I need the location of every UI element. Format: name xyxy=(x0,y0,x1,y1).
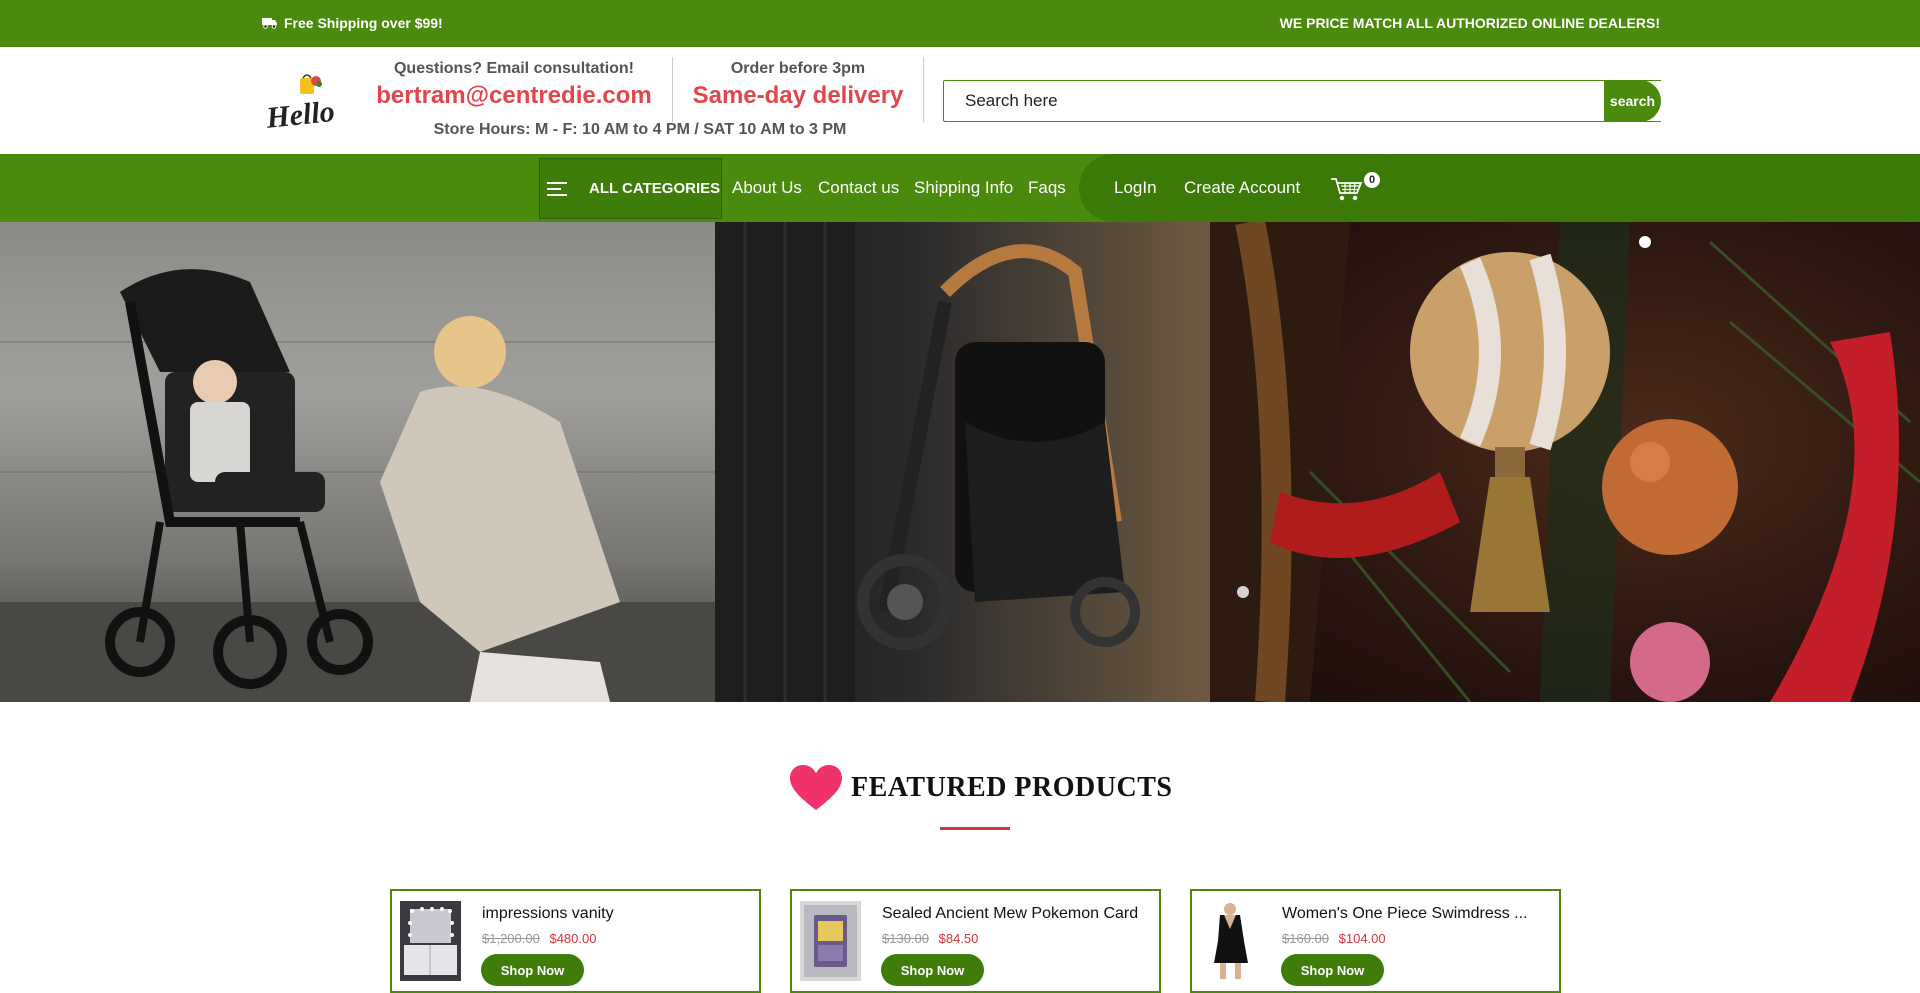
menu-icon xyxy=(547,181,567,197)
shop-now-button[interactable]: Shop Now xyxy=(881,954,984,986)
header-divider xyxy=(923,57,924,122)
sale-price: $84.50 xyxy=(938,931,979,946)
login-link[interactable]: LogIn xyxy=(1114,178,1157,198)
product-card[interactable]: Women's One Piece Swimdress ... $160.00 … xyxy=(1190,889,1561,993)
sale-price: $104.00 xyxy=(1338,931,1386,946)
create-account-link[interactable]: Create Account xyxy=(1184,178,1300,198)
same-day-delivery: Same-day delivery xyxy=(692,82,904,109)
product-prices: $130.00 $84.50 xyxy=(882,931,978,946)
contact-email-link[interactable]: bertram@centredie.com xyxy=(370,82,658,110)
hero-image-christmas-ornaments xyxy=(1210,222,1920,702)
nav-link-about-us[interactable]: About Us xyxy=(732,178,802,198)
header-divider xyxy=(672,57,673,122)
main-nav: ALL CATEGORIES About Us Contact us Shipp… xyxy=(0,154,1920,222)
free-shipping-notice: Free Shipping over $99! xyxy=(262,15,443,31)
title-underline xyxy=(940,827,1010,830)
old-price: $160.00 xyxy=(1282,931,1329,946)
site-header: Hello Questions? Email consultation! ber… xyxy=(0,47,1920,154)
product-prices: $160.00 $104.00 xyxy=(1282,931,1386,946)
nav-link-faqs[interactable]: Faqs xyxy=(1028,178,1066,198)
product-name[interactable]: Sealed Ancient Mew Pokemon Card xyxy=(882,905,1150,923)
product-image-pokemon-card[interactable] xyxy=(800,901,861,981)
product-card[interactable]: impressions vanity $1,200.00 $480.00 Sho… xyxy=(390,889,761,993)
product-name[interactable]: impressions vanity xyxy=(482,905,750,923)
product-image-vanity[interactable] xyxy=(400,901,461,981)
site-logo[interactable]: Hello xyxy=(264,72,350,135)
email-consultation: Questions? Email consultation! bertram@c… xyxy=(370,60,658,110)
all-categories-label: ALL CATEGORIES xyxy=(589,180,721,197)
cart-icon[interactable] xyxy=(1330,176,1364,202)
delivery-info: Order before 3pm Same-day delivery xyxy=(678,60,918,110)
truck-icon xyxy=(262,17,278,29)
product-name[interactable]: Women's One Piece Swimdress ... xyxy=(1282,905,1550,923)
order-label: Order before 3pm xyxy=(730,60,866,77)
product-image-swimdress[interactable] xyxy=(1200,901,1261,981)
featured-heading: FEATURED PRODUCTS xyxy=(851,772,1173,803)
product-card[interactable]: Sealed Ancient Mew Pokemon Card $130.00 … xyxy=(790,889,1161,993)
featured-products-section: FEATURED PRODUCTS impressions vanity $1,… xyxy=(0,702,1920,993)
featured-title: FEATURED PRODUCTS xyxy=(789,764,1172,812)
hero-banner[interactable] xyxy=(0,222,1920,702)
hero-image-mother-stroller xyxy=(0,222,715,702)
nav-link-contact-us[interactable]: Contact us xyxy=(818,178,899,198)
shop-now-button[interactable]: Shop Now xyxy=(481,954,584,986)
free-shipping-text: Free Shipping over $99! xyxy=(284,15,443,31)
heart-icon xyxy=(790,765,842,810)
search-button[interactable]: search xyxy=(1604,80,1661,122)
store-hours: Store Hours: M - F: 10 AM to 4 PM / SAT … xyxy=(433,121,847,138)
cart-count-badge: 0 xyxy=(1364,172,1380,188)
svg-text:Hello: Hello xyxy=(264,95,336,130)
product-prices: $1,200.00 $480.00 xyxy=(482,931,596,946)
sale-price: $480.00 xyxy=(549,931,597,946)
hero-image-compact-stroller xyxy=(715,222,1210,702)
nav-link-shipping-info[interactable]: Shipping Info xyxy=(914,178,1013,198)
all-categories-button[interactable]: ALL CATEGORIES xyxy=(539,158,722,219)
old-price: $130.00 xyxy=(882,931,929,946)
price-match-text: WE PRICE MATCH ALL AUTHORIZED ONLINE DEA… xyxy=(1279,15,1660,31)
consult-label: Questions? Email consultation! xyxy=(393,60,635,77)
old-price: $1,200.00 xyxy=(482,931,540,946)
search-input[interactable] xyxy=(944,81,1604,121)
search-box xyxy=(943,80,1661,122)
shop-now-button[interactable]: Shop Now xyxy=(1281,954,1384,986)
top-bar: Free Shipping over $99! WE PRICE MATCH A… xyxy=(0,0,1920,47)
